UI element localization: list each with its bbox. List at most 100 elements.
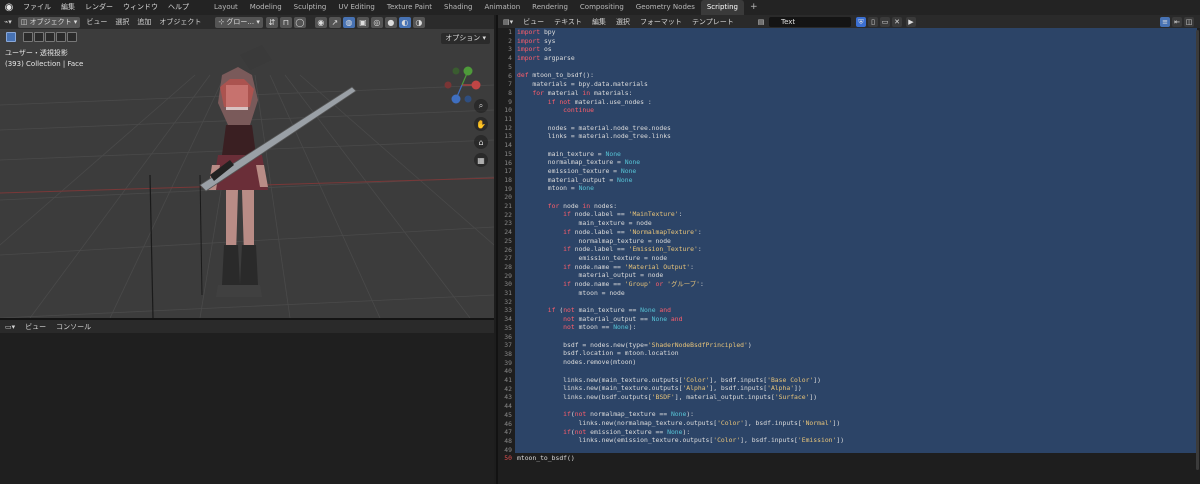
tab-geometry-nodes[interactable]: Geometry Nodes [630, 0, 701, 15]
code-line[interactable]: bsdf = nodes.new(type='ShaderNodeBsdfPri… [517, 341, 1197, 350]
editor-type-icon[interactable]: ⌁▾ [0, 15, 16, 29]
code-line[interactable]: import bpy [517, 28, 1197, 37]
tab-animation[interactable]: Animation [478, 0, 526, 15]
code-line[interactable]: if (not main_texture == None and [517, 306, 1197, 315]
tab-rendering[interactable]: Rendering [526, 0, 574, 15]
add-workspace-button[interactable]: + [744, 0, 764, 15]
console-editor-type-icon[interactable]: ▭▾ [0, 323, 20, 331]
code-line[interactable]: links.new(normalmap_texture.outputs['Col… [517, 419, 1197, 428]
syntax-highlight-toggle-icon[interactable]: ◫ [1184, 17, 1194, 27]
select-subtract-button[interactable] [45, 32, 55, 42]
menu-select[interactable]: 選択 [111, 15, 133, 29]
select-tool-button[interactable] [6, 32, 16, 42]
code-line[interactable]: if node.label == 'Emission_Texture': [517, 245, 1197, 254]
code-line[interactable] [517, 141, 1197, 150]
code-line[interactable]: if node.label == 'MainTexture': [517, 210, 1197, 219]
code-line[interactable]: bsdf.location = mtoon.location [517, 349, 1197, 358]
line-numbers-toggle-icon[interactable]: ≡ [1160, 17, 1170, 27]
code-line[interactable]: materials = bpy.data.materials [517, 80, 1197, 89]
console-menu-console[interactable]: コンソール [51, 322, 96, 332]
code-line[interactable]: import argparse [517, 54, 1197, 63]
code-line[interactable]: links.new(main_texture.outputs['Alpha'],… [517, 384, 1197, 393]
console-menu-view[interactable]: ビュー [20, 322, 51, 332]
code-line[interactable]: nodes.remove(mtoon) [517, 358, 1197, 367]
editor-menu-view[interactable]: ビュー [518, 17, 549, 27]
code-line[interactable]: if node.name == 'Material Output': [517, 263, 1197, 272]
menu-edit[interactable]: 編集 [56, 0, 80, 15]
xray-icon[interactable]: ▣ [356, 16, 369, 28]
transform-orientation-dropdown[interactable]: ⊹ グロー... ▾ [215, 16, 263, 28]
code-line[interactable]: import os [517, 45, 1197, 54]
code-line[interactable]: for material in materials: [517, 89, 1197, 98]
code-line[interactable]: mtoon_to_bsdf() [517, 454, 1197, 463]
text-editor[interactable]: ▤▾ ビュー テキスト 編集 選択 フォーマット テンプレート ▤ Text ⛨… [496, 15, 1200, 484]
code-line[interactable] [517, 367, 1197, 376]
code-line[interactable] [517, 63, 1197, 72]
code-line[interactable] [517, 297, 1197, 306]
menu-file[interactable]: ファイル [18, 0, 56, 15]
editor-menu-format[interactable]: フォーマット [635, 17, 687, 27]
code-line[interactable]: emission_texture = None [517, 167, 1197, 176]
options-dropdown[interactable]: オプション ▾ [441, 33, 490, 44]
code-line[interactable]: for node in nodes: [517, 202, 1197, 211]
editor-menu-select[interactable]: 選択 [611, 17, 635, 27]
menu-help[interactable]: ヘルプ [163, 0, 194, 15]
code-line[interactable]: normalmap_texture = node [517, 237, 1197, 246]
code-line[interactable]: mtoon = None [517, 184, 1197, 193]
code-line[interactable]: import sys [517, 37, 1197, 46]
code-line[interactable]: material_output = node [517, 271, 1197, 280]
pivot-icon[interactable]: ⇵ [265, 16, 278, 28]
new-text-icon[interactable]: ▯ [868, 17, 878, 27]
solid-shading-icon[interactable]: ● [384, 16, 397, 28]
menu-render[interactable]: レンダー [80, 0, 118, 15]
editor-menu-templates[interactable]: テンプレート [687, 17, 739, 27]
rendered-shading-icon[interactable]: ◑ [412, 16, 425, 28]
open-text-icon[interactable]: ▭ [880, 17, 890, 27]
tab-compositing[interactable]: Compositing [574, 0, 630, 15]
editor-menu-text[interactable]: テキスト [549, 17, 587, 27]
grid-view-icon[interactable]: ▦ [474, 153, 488, 167]
text-editor-type-icon[interactable]: ▤▾ [498, 18, 518, 26]
unlink-text-icon[interactable]: ✕ [892, 17, 902, 27]
code-line[interactable]: normalmap_texture = None [517, 158, 1197, 167]
code-line[interactable]: links.new(bsdf.outputs['BSDF'], material… [517, 393, 1197, 402]
select-extend-button[interactable] [34, 32, 44, 42]
tab-shading[interactable]: Shading [438, 0, 478, 15]
word-wrap-toggle-icon[interactable]: ⇤ [1172, 17, 1182, 27]
code-line[interactable]: not mtoon == None): [517, 323, 1197, 332]
code-line[interactable]: if node.label == 'NormalmapTexture': [517, 228, 1197, 237]
code-line[interactable] [517, 332, 1197, 341]
material-preview-icon[interactable]: ◐ [398, 16, 411, 28]
menu-object[interactable]: オブジェクト [155, 15, 205, 29]
code-line[interactable]: nodes = material.node_tree.nodes [517, 124, 1197, 133]
tab-texture-paint[interactable]: Texture Paint [381, 0, 438, 15]
tab-sculpting[interactable]: Sculpting [288, 0, 333, 15]
snap-icon[interactable]: ⊓ [279, 16, 292, 28]
code-line[interactable] [517, 115, 1197, 124]
code-line[interactable]: links.new(emission_texture.outputs['Colo… [517, 436, 1197, 445]
tab-modeling[interactable]: Modeling [244, 0, 288, 15]
code-line[interactable] [517, 445, 1197, 454]
blender-logo-icon[interactable]: ◉ [0, 0, 18, 15]
code-line[interactable]: if node.name == 'Group' or 'グループ': [517, 280, 1197, 289]
camera-icon[interactable]: ⌂ [474, 135, 488, 149]
text-name-field[interactable]: Text [769, 17, 851, 27]
tab-uv-editing[interactable]: UV Editing [332, 0, 381, 15]
hand-pan-icon[interactable]: ✋ [474, 117, 488, 131]
fake-user-shield-icon[interactable]: ⛨ [856, 17, 866, 27]
tab-layout[interactable]: Layout [208, 0, 244, 15]
code-line[interactable]: main_texture = node [517, 219, 1197, 228]
code-area[interactable]: import bpy import sys import os import argp… [517, 28, 1197, 462]
zoom-icon[interactable]: ⌕ [474, 99, 488, 113]
code-line[interactable]: if(not emission_texture == None): [517, 428, 1197, 437]
code-line[interactable]: links = material.node_tree.links [517, 132, 1197, 141]
overlay-toggle-icon[interactable]: ◍ [342, 16, 355, 28]
vertical-scrollbar[interactable] [1196, 30, 1199, 470]
code-line[interactable]: def mtoon_to_bsdf(): [517, 71, 1197, 80]
menu-add[interactable]: 追加 [133, 15, 155, 29]
gizmo-toggle-icon[interactable]: ↗ [328, 16, 341, 28]
select-box-button[interactable] [23, 32, 33, 42]
run-script-icon[interactable]: ▶ [906, 17, 916, 27]
code-line[interactable]: links.new(main_texture.outputs['Color'],… [517, 376, 1197, 385]
wireframe-shading-icon[interactable]: ◎ [370, 16, 383, 28]
